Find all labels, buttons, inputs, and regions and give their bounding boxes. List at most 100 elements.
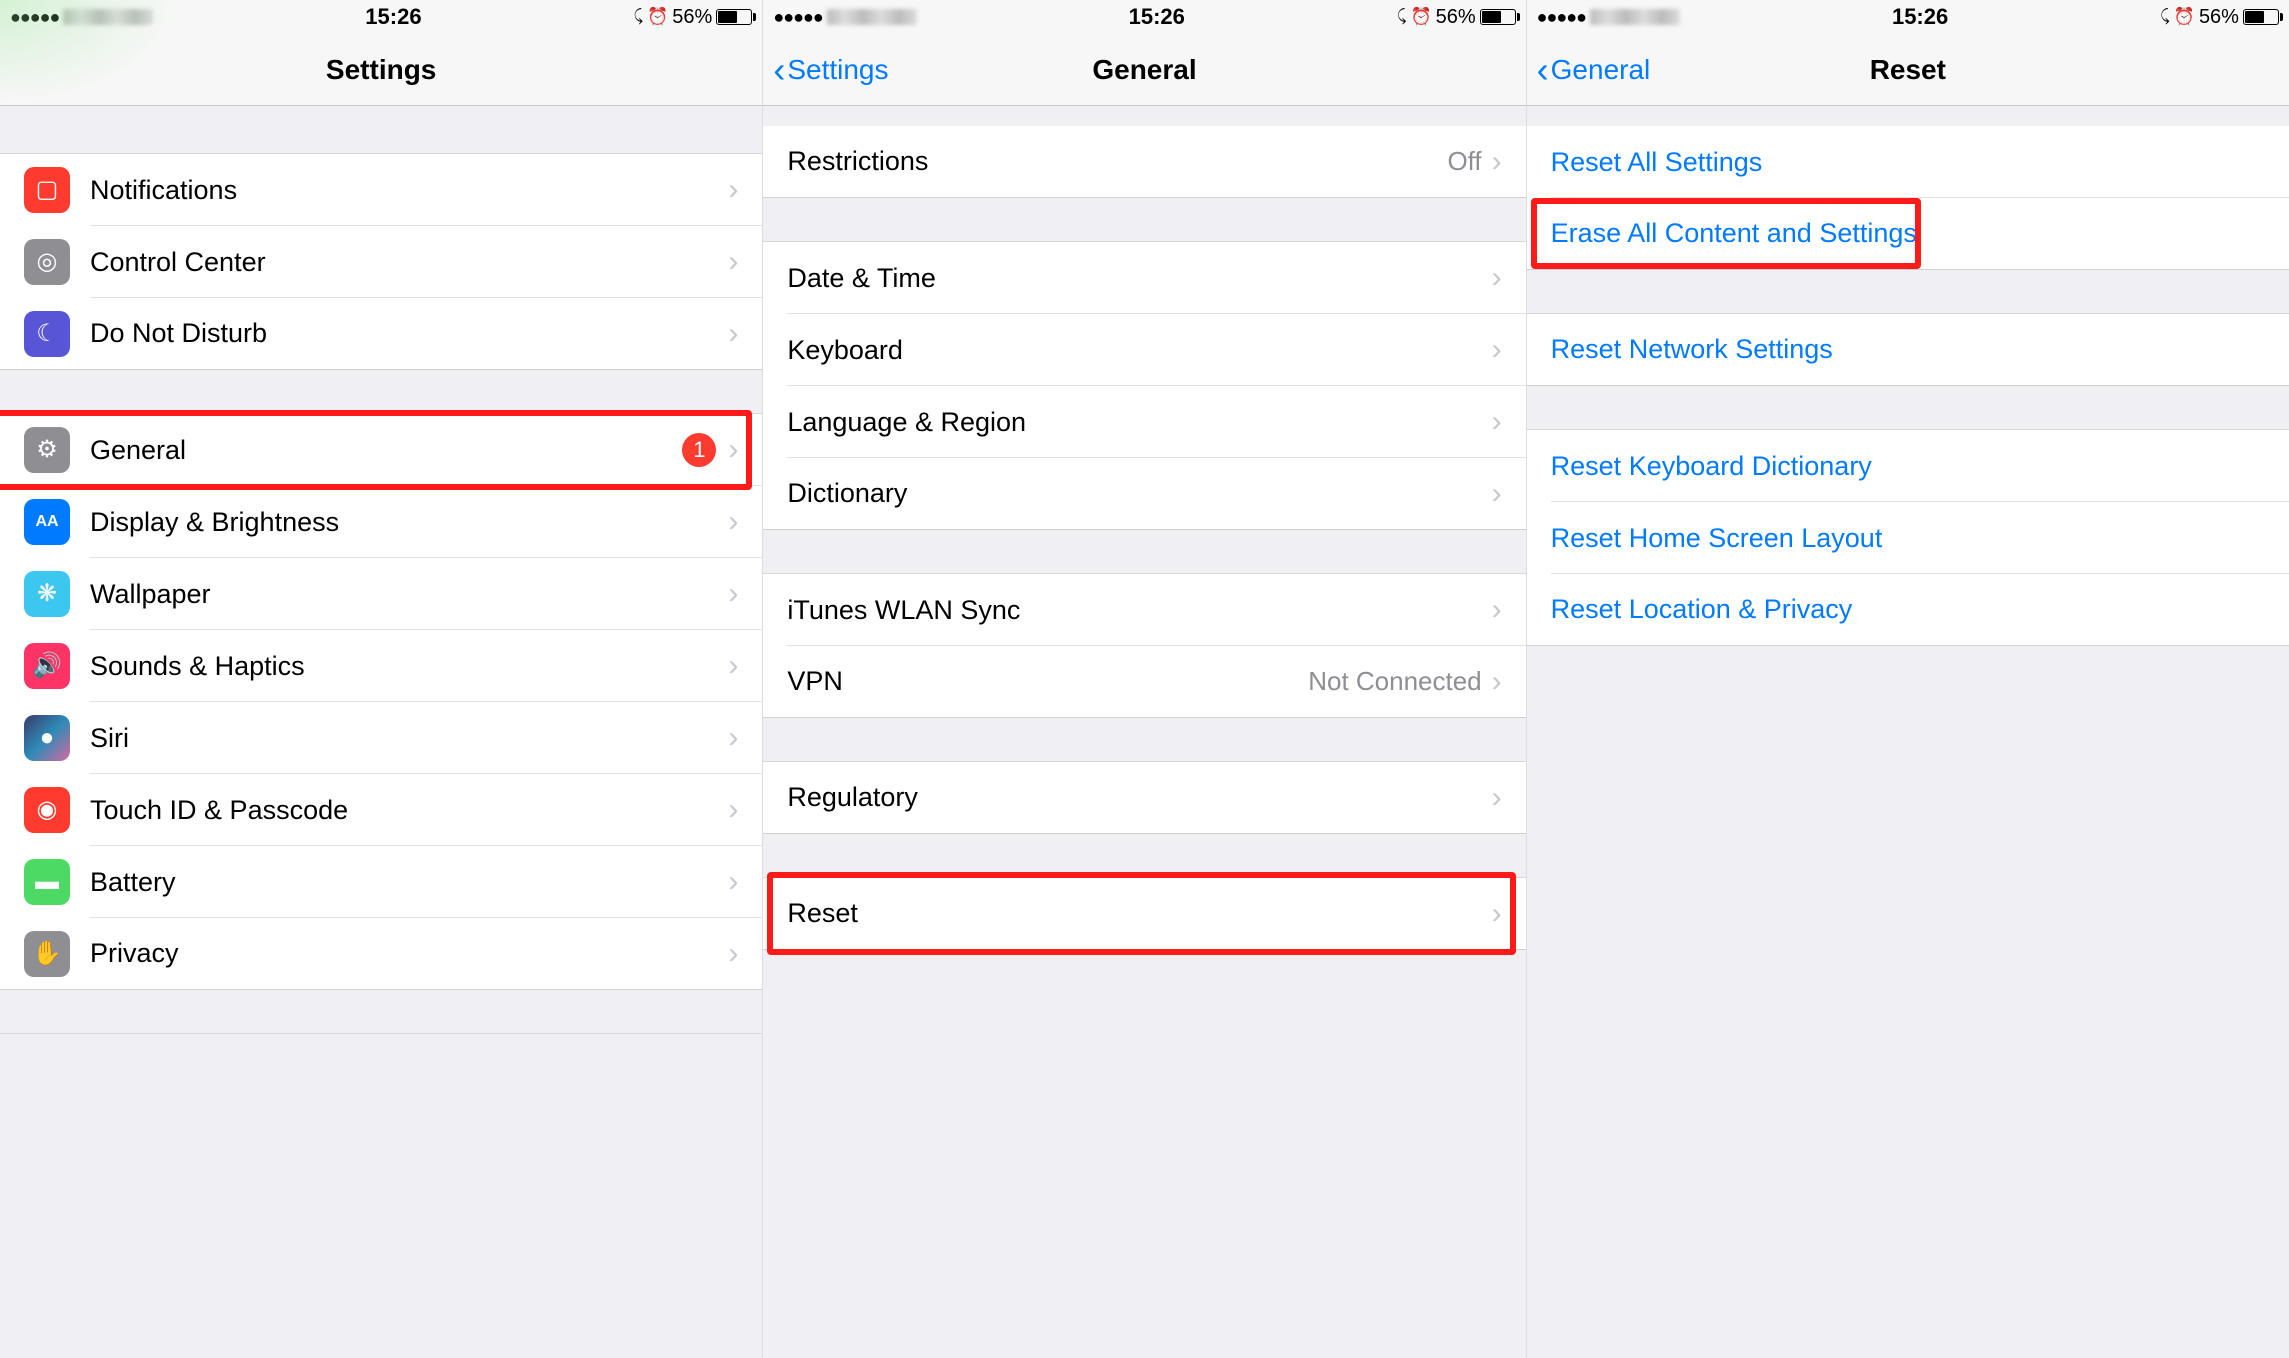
page-title: Settings bbox=[326, 54, 436, 86]
chevron-left-icon: ‹ bbox=[1537, 52, 1549, 88]
carrier-label bbox=[63, 9, 153, 25]
siri-icon: ● bbox=[24, 715, 70, 761]
row-label: Siri bbox=[90, 723, 728, 754]
battery-row-icon: ▬ bbox=[24, 859, 70, 905]
back-label: Settings bbox=[787, 54, 888, 86]
row-do-not-disturb[interactable]: ☾ Do Not Disturb › bbox=[0, 298, 762, 370]
chevron-right-icon: › bbox=[1492, 593, 1502, 627]
row-label: Do Not Disturb bbox=[90, 318, 728, 349]
page-title: Reset bbox=[1870, 54, 1946, 86]
page-title: General bbox=[1092, 54, 1196, 86]
row-reset-home-layout[interactable]: Reset Home Screen Layout bbox=[1527, 502, 2289, 574]
row-wallpaper[interactable]: ❋ Wallpaper › bbox=[0, 558, 762, 630]
alarm-icon: ⏰ bbox=[647, 7, 668, 27]
row-battery[interactable]: ▬ Battery › bbox=[0, 846, 762, 918]
row-control-center[interactable]: ◎ Control Center › bbox=[0, 226, 762, 298]
chevron-right-icon: › bbox=[1492, 781, 1502, 815]
status-bar: ●●●●● 15:26 ⤹ ⏰ 56% bbox=[763, 0, 1525, 34]
chevron-right-icon: › bbox=[1492, 333, 1502, 367]
row-label: Battery bbox=[90, 867, 728, 898]
row-label: Restrictions bbox=[787, 146, 1447, 177]
row-dictionary[interactable]: Dictionary › bbox=[763, 458, 1525, 530]
nav-bar: ‹ Settings General bbox=[763, 34, 1525, 106]
gear-icon: ⚙ bbox=[24, 427, 70, 473]
row-keyboard[interactable]: Keyboard › bbox=[763, 314, 1525, 386]
rotation-lock-icon: ⤹ bbox=[2160, 8, 2170, 26]
chevron-right-icon: › bbox=[1492, 405, 1502, 439]
battery-icon bbox=[1480, 9, 1516, 25]
row-reset-all-settings[interactable]: Reset All Settings bbox=[1527, 126, 2289, 198]
content[interactable]: Reset All Settings Erase All Content and… bbox=[1527, 106, 2289, 1358]
chevron-right-icon: › bbox=[728, 505, 738, 539]
row-date-time[interactable]: Date & Time › bbox=[763, 242, 1525, 314]
row-reset-keyboard-dict[interactable]: Reset Keyboard Dictionary bbox=[1527, 430, 2289, 502]
wallpaper-icon: ❋ bbox=[24, 571, 70, 617]
chevron-right-icon: › bbox=[1492, 261, 1502, 295]
row-label: Reset All Settings bbox=[1551, 147, 2265, 178]
row-vpn[interactable]: VPN Not Connected › bbox=[763, 646, 1525, 718]
group-reset-misc: Reset Keyboard Dictionary Reset Home Scr… bbox=[1527, 430, 2289, 646]
display-icon: AA bbox=[24, 499, 70, 545]
group-dt: Date & Time › Keyboard › Language & Regi… bbox=[763, 242, 1525, 530]
row-general[interactable]: ⚙ General 1 › bbox=[0, 414, 762, 486]
row-label: Keyboard bbox=[787, 335, 1491, 366]
battery-icon bbox=[716, 9, 752, 25]
row-label: General bbox=[90, 435, 682, 466]
back-button[interactable]: ‹ Settings bbox=[773, 52, 888, 88]
chevron-right-icon: › bbox=[728, 937, 738, 971]
nav-bar: Settings bbox=[0, 34, 762, 106]
row-label: Reset Location & Privacy bbox=[1551, 594, 2265, 625]
row-sounds-haptics[interactable]: 🔊 Sounds & Haptics › bbox=[0, 630, 762, 702]
fingerprint-icon: ◉ bbox=[24, 787, 70, 833]
chevron-right-icon: › bbox=[1492, 477, 1502, 511]
privacy-icon: ✋ bbox=[24, 931, 70, 977]
row-label: VPN bbox=[787, 666, 1308, 697]
row-notifications[interactable]: ▢ Notifications › bbox=[0, 154, 762, 226]
row-label: Erase All Content and Settings bbox=[1551, 218, 2265, 249]
row-reset-network[interactable]: Reset Network Settings bbox=[1527, 314, 2289, 386]
group-restrictions: Restrictions Off › bbox=[763, 126, 1525, 198]
row-privacy[interactable]: ✋ Privacy › bbox=[0, 918, 762, 990]
battery-percent: 56% bbox=[672, 6, 712, 29]
row-regulatory[interactable]: Regulatory › bbox=[763, 762, 1525, 834]
row-siri[interactable]: ● Siri › bbox=[0, 702, 762, 774]
group-reset: Reset › bbox=[763, 878, 1525, 950]
row-erase-all-content[interactable]: Erase All Content and Settings bbox=[1527, 198, 2289, 270]
sounds-icon: 🔊 bbox=[24, 643, 70, 689]
back-label: General bbox=[1551, 54, 1651, 86]
row-label: Dictionary bbox=[787, 478, 1491, 509]
carrier-label bbox=[1590, 9, 1680, 25]
row-reset[interactable]: Reset › bbox=[763, 878, 1525, 950]
dnd-icon: ☾ bbox=[24, 311, 70, 357]
chevron-right-icon: › bbox=[728, 245, 738, 279]
status-bar: ●●●●● 15:26 ⤹ ⏰ 56% bbox=[1527, 0, 2289, 34]
signal-icon: ●●●●● bbox=[1537, 7, 1586, 28]
row-touch-id[interactable]: ◉ Touch ID & Passcode › bbox=[0, 774, 762, 846]
group-regulatory: Regulatory › bbox=[763, 762, 1525, 834]
content[interactable]: ▢ Notifications › ◎ Control Center › ☾ D… bbox=[0, 106, 762, 1358]
row-label: Privacy bbox=[90, 938, 728, 969]
chevron-right-icon: › bbox=[728, 649, 738, 683]
settings-group-2: ⚙ General 1 › AA Display & Brightness › … bbox=[0, 414, 762, 990]
notifications-icon: ▢ bbox=[24, 167, 70, 213]
chevron-right-icon: › bbox=[1492, 665, 1502, 699]
chevron-right-icon: › bbox=[728, 577, 738, 611]
row-label: Reset bbox=[787, 898, 1491, 929]
control-center-icon: ◎ bbox=[24, 239, 70, 285]
row-display-brightness[interactable]: AA Display & Brightness › bbox=[0, 486, 762, 558]
back-button[interactable]: ‹ General bbox=[1537, 52, 1651, 88]
row-language-region[interactable]: Language & Region › bbox=[763, 386, 1525, 458]
row-label: Reset Network Settings bbox=[1551, 334, 2265, 365]
row-label: Touch ID & Passcode bbox=[90, 795, 728, 826]
row-label: Language & Region bbox=[787, 407, 1491, 438]
row-restrictions[interactable]: Restrictions Off › bbox=[763, 126, 1525, 198]
row-itunes-wlan-sync[interactable]: iTunes WLAN Sync › bbox=[763, 574, 1525, 646]
row-reset-location-privacy[interactable]: Reset Location & Privacy bbox=[1527, 574, 2289, 646]
chevron-right-icon: › bbox=[728, 433, 738, 467]
carrier-label bbox=[827, 9, 917, 25]
row-label: Display & Brightness bbox=[90, 507, 728, 538]
content[interactable]: Restrictions Off › Date & Time › Keyboar… bbox=[763, 106, 1525, 1358]
chevron-right-icon: › bbox=[728, 721, 738, 755]
chevron-right-icon: › bbox=[728, 317, 738, 351]
row-label: Notifications bbox=[90, 175, 728, 206]
